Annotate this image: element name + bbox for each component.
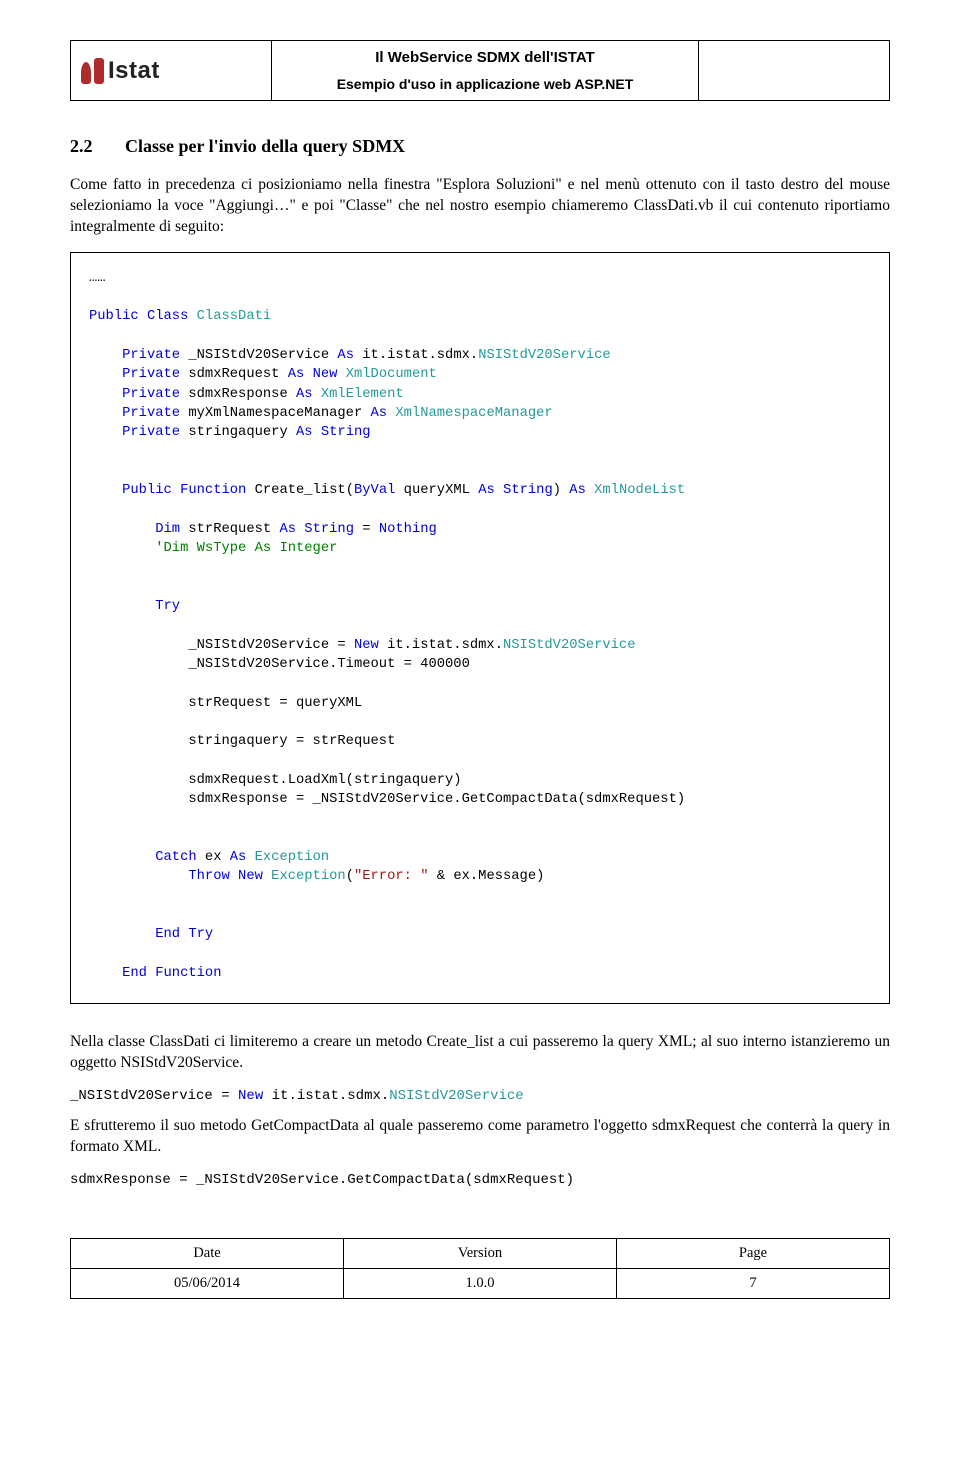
kw: Try [155, 599, 180, 614]
stmt: stringaquery = strRequest [188, 734, 395, 749]
kw: Throw [188, 869, 229, 884]
kw: Private [122, 348, 180, 363]
kw: As [296, 425, 313, 440]
kw: Public [122, 483, 172, 498]
section-number: 2.2 [70, 136, 125, 157]
kw: Try [188, 927, 213, 942]
kw: Function [180, 483, 246, 498]
kw: New [313, 367, 338, 382]
code-box: …… Public Class ClassDati Private _NSISt… [70, 252, 890, 1005]
kw: As [337, 348, 354, 363]
ns: it.istat.sdmx. [263, 1088, 389, 1104]
punct: = [354, 522, 379, 537]
kw: Private [122, 425, 180, 440]
paragraph-2: Nella classe ClassDati ci limiteremo a c… [70, 1032, 890, 1074]
kw: Catch [155, 850, 196, 865]
type: Exception [271, 869, 346, 884]
header-title-line2: Esempio d'uso in applicazione web ASP.NE… [282, 76, 688, 92]
stmt: sdmxRequest.LoadXml(stringaquery) [188, 773, 461, 788]
stmt: & ex.Message) [428, 869, 544, 884]
ident: stringaquery [188, 425, 287, 440]
logo-cell: Istat [71, 41, 272, 101]
kw: As [279, 522, 296, 537]
document-page: Istat Il WebService SDMX dell'ISTAT Esem… [0, 0, 960, 1329]
footer-header-page: Page [617, 1239, 890, 1269]
kw: Function [155, 966, 221, 981]
kw: Class [147, 309, 188, 324]
kw: As [230, 850, 247, 865]
footer-value-page: 7 [617, 1269, 890, 1299]
type: XmlDocument [346, 367, 437, 382]
logo-bars-icon [81, 58, 104, 84]
logo-text: Istat [108, 57, 160, 85]
punct: ) [553, 483, 561, 498]
type: XmlElement [321, 387, 404, 402]
footer-header-date: Date [71, 1239, 344, 1269]
inline-code-1: _NSIStdV20Service = New it.istat.sdmx.NS… [70, 1088, 890, 1104]
footer-header-version: Version [344, 1239, 617, 1269]
kw: Dim [155, 522, 180, 537]
code-ellipsis: …… [89, 271, 106, 286]
kw: End [122, 966, 147, 981]
kw: Public [89, 309, 139, 324]
kw: As [288, 367, 305, 382]
footer-value-date: 05/06/2014 [71, 1269, 344, 1299]
kw: String [503, 483, 553, 498]
kw: End [155, 927, 180, 942]
ident: queryXML [404, 483, 470, 498]
ident: _NSIStdV20Service [188, 348, 329, 363]
kw: String [321, 425, 371, 440]
ident: myXmlNamespaceManager [188, 406, 362, 421]
paragraph-3: E sfrutteremo il suo metodo GetCompactDa… [70, 1116, 890, 1158]
kw: ByVal [354, 483, 395, 498]
kw: Private [122, 387, 180, 402]
type: NSIStdV20Service [503, 638, 635, 653]
type: NSIStdV20Service [389, 1088, 523, 1104]
type: XmlNodeList [594, 483, 685, 498]
paragraph-1: Come fatto in precedenza ci posizioniamo… [70, 175, 890, 238]
footer-value-version: 1.0.0 [344, 1269, 617, 1299]
kw: As [569, 483, 586, 498]
ident: sdmxRequest [188, 367, 279, 382]
header-title-line1: Il WebService SDMX dell'ISTAT [282, 49, 688, 66]
ident: Create_list( [255, 483, 354, 498]
stmt: _NSIStdV20Service.Timeout = 400000 [188, 657, 470, 672]
type: NSIStdV20Service [478, 348, 610, 363]
ident: ex [197, 850, 230, 865]
inline-code-2: sdmxResponse = _NSIStdV20Service.GetComp… [70, 1172, 890, 1188]
kw: Nothing [379, 522, 437, 537]
string: "Error: " [354, 869, 429, 884]
header-title-cell: Il WebService SDMX dell'ISTAT Esempio d'… [272, 41, 699, 101]
kw: New [354, 638, 379, 653]
type: Exception [246, 850, 329, 865]
ident: strRequest [188, 522, 271, 537]
kw: New [238, 869, 263, 884]
kw: New [238, 1088, 263, 1104]
kw: String [304, 522, 354, 537]
istat-logo: Istat [81, 57, 261, 85]
type: XmlNamespaceManager [395, 406, 552, 421]
punct: ( [346, 869, 354, 884]
stmt: _NSIStdV20Service = [70, 1088, 238, 1104]
stmt: _NSIStdV20Service = [188, 638, 354, 653]
stmt: strRequest = queryXML [188, 696, 362, 711]
ident: sdmxResponse [188, 387, 287, 402]
kw: Private [122, 406, 180, 421]
ns: it.istat.sdmx. [379, 638, 503, 653]
type: ClassDati [197, 309, 272, 324]
section-heading: 2.2Classe per l'invio della query SDMX [70, 136, 890, 157]
kw: As [371, 406, 388, 421]
comment: 'Dim WsType As Integer [155, 541, 337, 556]
section-title: Classe per l'invio della query SDMX [125, 136, 405, 156]
header-table: Istat Il WebService SDMX dell'ISTAT Esem… [70, 40, 890, 101]
footer-table: Date Version Page 05/06/2014 1.0.0 7 [70, 1238, 890, 1299]
kw: As [296, 387, 313, 402]
kw: Private [122, 367, 180, 382]
stmt: sdmxResponse = _NSIStdV20Service.GetComp… [188, 792, 685, 807]
header-right-cell [699, 41, 890, 101]
kw: As [478, 483, 495, 498]
ns: it.istat.sdmx. [362, 348, 478, 363]
